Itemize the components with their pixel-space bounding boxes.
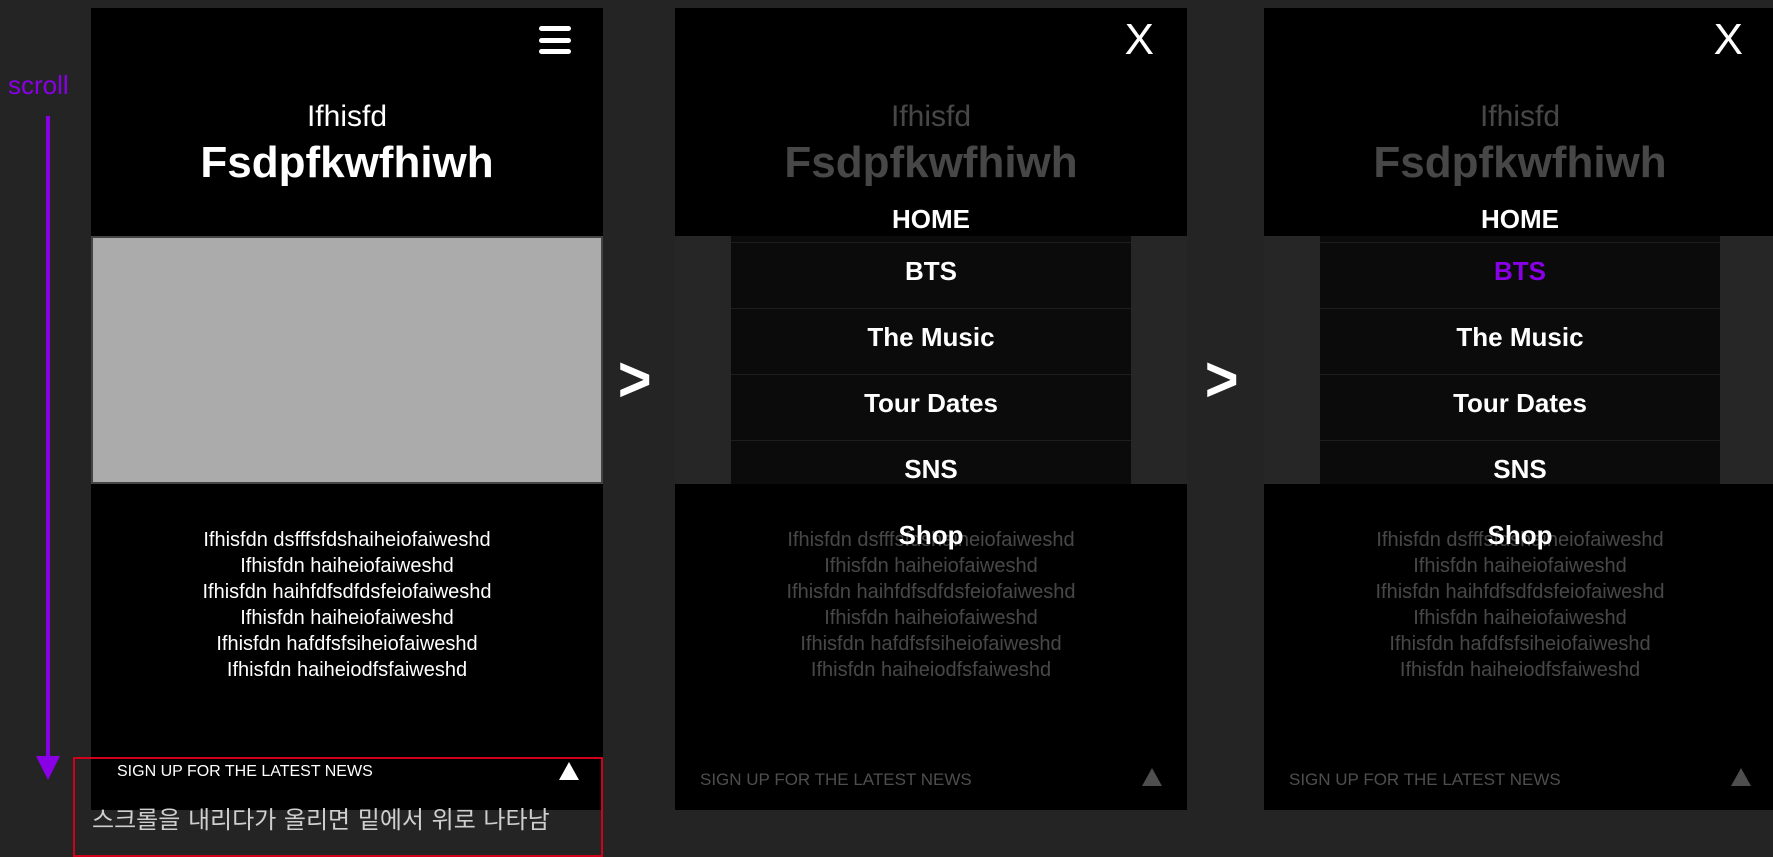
menu-item-sns[interactable]: SNS	[1264, 454, 1773, 485]
menu-item-home[interactable]: HOME	[675, 204, 1187, 235]
menu-item-shop[interactable]: Shop	[675, 520, 1187, 551]
body-line: Ifhisfdn dsfffsfdshaiheiofaiweshd	[203, 529, 491, 551]
body-line: Ifhisfdn haihfdfsdfdsfeiofaiweshd	[202, 581, 492, 603]
triangle-up-icon[interactable]	[1731, 768, 1751, 786]
close-icon[interactable]: X	[1125, 18, 1154, 62]
body-line: Ifhisfdn haiheiodfsfaiweshd	[810, 659, 1052, 681]
body-line: Ifhisfdn hafdfsfsiheiofaiweshd	[1389, 633, 1651, 655]
page-title: Fsdpfkwfhiwh	[200, 138, 494, 187]
body-line: Ifhisfdn haiheiodfsfaiweshd	[1399, 659, 1641, 681]
menu-item-tour-dates[interactable]: Tour Dates	[675, 388, 1187, 419]
body-text: Ifhisfdn dsfffsfdshaiheiofaiweshd Ifhisf…	[91, 527, 603, 683]
scroll-annotation-label: scroll	[8, 70, 69, 100]
menu-item-tour-dates[interactable]: Tour Dates	[1264, 388, 1773, 419]
close-icon[interactable]: X	[1714, 18, 1743, 62]
body-line: Ifhisfdn haiheiofaiweshd	[1413, 555, 1627, 577]
page-subtitle: Ifhisfd	[306, 100, 388, 133]
hero-image-placeholder	[91, 236, 603, 484]
menu-item-the-music[interactable]: The Music	[1264, 322, 1773, 353]
body-line: Ifhisfdn haihfdfsdfdsfeiofaiweshd	[1375, 581, 1665, 603]
scroll-arrow-line	[46, 116, 50, 758]
page-subtitle: Ifhisfd	[1479, 100, 1561, 133]
phone-frame-default: Ifhisfd Fsdpfkwfhiwh Ifhisfdn dsfffsfdsh…	[91, 8, 603, 810]
page-subtitle: Ifhisfd	[890, 100, 972, 133]
newsletter-signup-link[interactable]: SIGN UP FOR THE LATEST NEWS	[117, 763, 373, 781]
body-line: Ifhisfdn haiheiofaiweshd	[1413, 607, 1627, 629]
body-line: Ifhisfdn haiheiofaiweshd	[824, 607, 1038, 629]
phone-frame-menu-open: X Ifhisfd Fsdpfkwfhiwh Ifhisfdn dsfffsfd…	[675, 8, 1187, 810]
arrow-down-icon	[36, 756, 60, 780]
newsletter-signup-link[interactable]: SIGN UP FOR THE LATEST NEWS	[700, 770, 972, 790]
body-line: Ifhisfdn haiheiofaiweshd	[240, 555, 454, 577]
menu-item-the-music[interactable]: The Music	[675, 322, 1187, 353]
body-line: Ifhisfdn haiheiofaiweshd	[240, 607, 454, 629]
body-line: Ifhisfdn haihfdfsdfdsfeiofaiweshd	[786, 581, 1076, 603]
transition-chevron: >	[617, 343, 652, 415]
body-line: Ifhisfdn hafdfsfsiheiofaiweshd	[216, 633, 478, 655]
newsletter-signup-link[interactable]: SIGN UP FOR THE LATEST NEWS	[1289, 770, 1561, 790]
body-line: Ifhisfdn haiheiodfsfaiweshd	[226, 659, 468, 681]
body-line: Ifhisfdn haiheiofaiweshd	[824, 555, 1038, 577]
menu-item-shop[interactable]: Shop	[1264, 520, 1773, 551]
phone-frame-menu-hover: X Ifhisfd Fsdpfkwfhiwh Ifhisfdn dsfffsfd…	[1264, 8, 1773, 810]
triangle-up-icon[interactable]	[1142, 768, 1162, 786]
hamburger-icon[interactable]	[539, 26, 571, 54]
menu-item-sns[interactable]: SNS	[675, 454, 1187, 485]
newsletter-bar: SIGN UP FOR THE LATEST NEWS	[675, 764, 1187, 810]
annotation-note: 스크롤을 내리다가 올리면 밑에서 위로 나타남	[92, 806, 550, 834]
triangle-up-icon[interactable]	[559, 762, 579, 780]
body-line: Ifhisfdn hafdfsfsiheiofaiweshd	[800, 633, 1062, 655]
page-title: Fsdpfkwfhiwh	[1373, 138, 1667, 187]
menu-item-home[interactable]: HOME	[1264, 204, 1773, 235]
transition-chevron: >	[1204, 343, 1239, 415]
newsletter-bar: SIGN UP FOR THE LATEST NEWS	[1264, 764, 1773, 810]
menu-item-bts[interactable]: BTS	[675, 256, 1187, 287]
page-title: Fsdpfkwfhiwh	[784, 138, 1078, 187]
menu-item-bts[interactable]: BTS	[1264, 256, 1773, 287]
